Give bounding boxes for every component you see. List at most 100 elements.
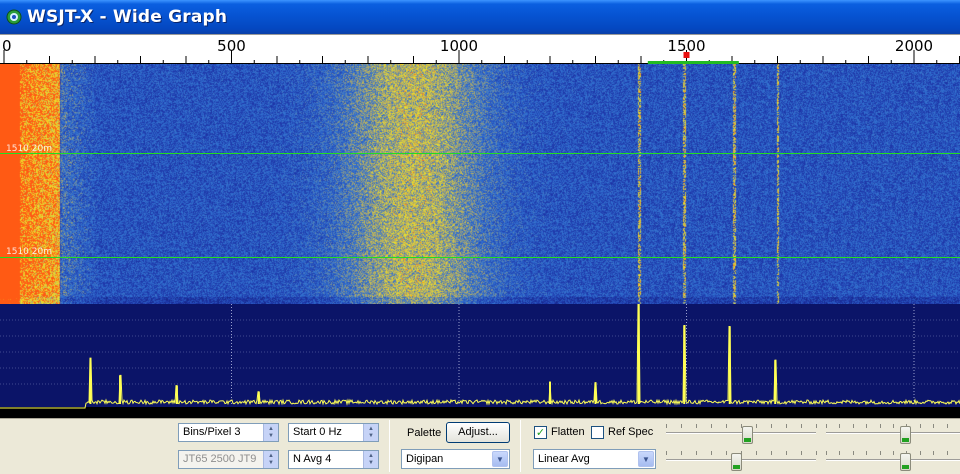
slider-tick [933, 424, 935, 428]
spectrum-display[interactable] [0, 304, 960, 418]
frequency-scale[interactable]: 0 500 1000 1500 2000 [0, 34, 960, 64]
n-avg-value: N Avg 4 [293, 453, 332, 465]
slider-tick [786, 424, 787, 428]
band-label: 1510 20m [6, 247, 52, 257]
spec-zero-slider-thumb[interactable] [899, 453, 911, 471]
slider-tick [946, 451, 948, 455]
slider-tick [816, 451, 817, 455]
slider-tick [919, 451, 921, 455]
zero-slider-thumb[interactable] [899, 426, 911, 444]
scale-tick-label: 500 [217, 37, 246, 55]
gain-slider-thumb[interactable] [742, 426, 754, 444]
slider-tick [666, 424, 667, 428]
scale-tick-label: 2000 [894, 37, 934, 55]
spec-zero-slider-track[interactable] [826, 459, 960, 461]
slider-tick [681, 424, 682, 428]
scale-tick-label: 1000 [439, 37, 479, 55]
spectrum-mode-value: Linear Avg [538, 453, 590, 465]
band-label: 1510 20m [6, 144, 52, 154]
slider-tick [816, 424, 817, 428]
palette-value: Digipan [406, 453, 444, 465]
slider-tick [666, 451, 667, 455]
chevron-down-icon[interactable]: ▼ [638, 451, 654, 467]
spectrum-trace [0, 304, 960, 409]
slider-tick [866, 451, 868, 455]
slider-tick [893, 451, 894, 455]
chevron-down-icon[interactable]: ▼ [492, 451, 508, 467]
slider-tick [756, 424, 757, 428]
palette-label: Palette [407, 427, 442, 439]
gain-slider-track[interactable] [666, 432, 816, 434]
wsjtx-app-icon [6, 9, 22, 25]
slider-tick [839, 451, 841, 455]
slider-tick [726, 424, 727, 428]
slider-tick [866, 424, 868, 428]
slider-tick [879, 451, 881, 455]
spin-arrows-icon[interactable]: ▲ ▼ [363, 424, 378, 441]
slider-tick [801, 424, 802, 428]
n-avg-spinbox[interactable]: N Avg 4 ▲ ▼ [288, 450, 379, 469]
spin-arrows-icon[interactable]: ▲ ▼ [363, 451, 378, 468]
spin-arrows-icon: ▲ ▼ [263, 451, 278, 468]
spectrum-peak [89, 358, 92, 404]
spectrum-peak [683, 325, 686, 404]
palette-select[interactable]: Digipan ▼ [401, 449, 510, 469]
slider-tick [852, 451, 854, 455]
slider-tick [711, 424, 712, 428]
zero-slider-track[interactable] [826, 432, 960, 434]
bins-per-pixel-spinbox[interactable]: Bins/Pixel 3 ▲ ▼ [178, 423, 279, 442]
slider-tick [771, 451, 772, 455]
slider-tick [893, 424, 894, 428]
scale-tick-label: 0 [2, 37, 12, 55]
flatten-label: Flatten [551, 426, 585, 438]
band-separator-line [0, 153, 960, 154]
ref-spec-label: Ref Spec [608, 426, 654, 438]
slider-tick [919, 424, 921, 428]
spectrum-peak [549, 381, 551, 404]
slider-tick [711, 451, 712, 455]
slider-tick [852, 424, 854, 428]
spectrum-peak [637, 304, 640, 404]
slider-tick [826, 451, 827, 455]
spectrum-floor [0, 407, 960, 418]
spectrum-peak [119, 375, 122, 404]
spec-gain-slider-thumb[interactable] [731, 453, 743, 471]
slider-tick [681, 451, 682, 455]
spectrum-peak [728, 326, 731, 404]
slider-tick [826, 424, 827, 428]
slider-tick [946, 424, 948, 428]
spin-arrows-icon[interactable]: ▲ ▼ [263, 424, 278, 441]
separator [520, 420, 521, 472]
adjust-palette-button[interactable]: Adjust... [446, 422, 510, 443]
start-frequency-value: Start 0 Hz [293, 426, 342, 438]
spectrum-peak [594, 382, 597, 404]
slider-tick [696, 451, 697, 455]
slider-tick [801, 451, 802, 455]
separator [389, 420, 390, 472]
start-frequency-spinbox[interactable]: Start 0 Hz ▲ ▼ [288, 423, 379, 442]
spectrum-peak [257, 391, 260, 404]
waterfall-canvas [0, 64, 960, 304]
slider-tick [786, 451, 787, 455]
title-bar[interactable]: WSJT-X - Wide Graph [0, 0, 960, 34]
ref-spec-checkbox[interactable] [591, 426, 604, 439]
band-separator-line [0, 257, 960, 258]
mode-value: JT65 2500 JT9 [183, 453, 257, 465]
slider-tick [839, 424, 841, 428]
spectrum-plot [0, 304, 960, 418]
slider-tick [771, 424, 772, 428]
spectrum-peak [774, 360, 777, 404]
slider-tick [696, 424, 697, 428]
waterfall-display[interactable]: 1510 20m 1510 20m [0, 64, 960, 304]
slider-tick [933, 451, 935, 455]
flatten-checkbox[interactable]: ✓ [534, 426, 547, 439]
slider-tick [879, 424, 881, 428]
slider-tick [756, 451, 757, 455]
window-title: WSJT-X - Wide Graph [27, 7, 228, 27]
spectrum-mode-select[interactable]: Linear Avg ▼ [533, 449, 656, 469]
bins-per-pixel-value: Bins/Pixel 3 [183, 426, 241, 438]
spectrum-peak [175, 385, 178, 404]
mode-spinbox: JT65 2500 JT9 ▲ ▼ [178, 450, 279, 469]
scale-ticks [3, 50, 960, 64]
scale-tick-label: 1500 [667, 37, 706, 55]
